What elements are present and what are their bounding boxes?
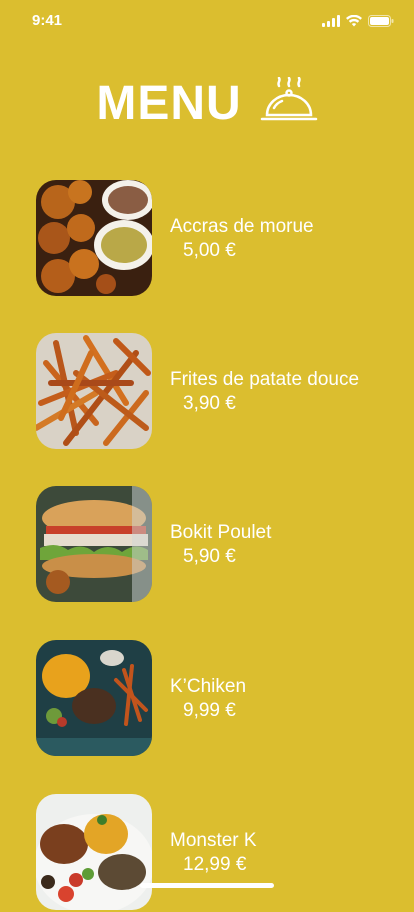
- status-time: 9:41: [32, 12, 63, 29]
- status-bar: 9:41: [0, 0, 414, 44]
- status-icons: [322, 14, 394, 32]
- menu-item-name: K’Chiken: [170, 676, 247, 697]
- menu-item[interactable]: Bokit Poulet 5,90 €: [36, 486, 414, 604]
- menu-item-price: 5,00 €: [183, 240, 236, 261]
- menu-item[interactable]: Monster K 12,99 €: [36, 794, 414, 912]
- menu-item[interactable]: Frites de patate douce 3,90 €: [36, 333, 414, 451]
- menu-header: MENU: [0, 68, 414, 138]
- cellular-signal-icon: [322, 14, 340, 32]
- menu-item-name: Monster K: [170, 830, 257, 851]
- kchiken-plate-photo: [36, 640, 152, 756]
- sweet-potato-fries-photo: [36, 333, 152, 449]
- monster-k-plate-photo: [36, 794, 152, 910]
- menu-item-price: 3,90 €: [183, 393, 236, 414]
- menu-item-name: Accras de morue: [170, 216, 314, 237]
- serving-cloche-icon: [260, 76, 318, 130]
- menu-item-name: Frites de patate douce: [170, 369, 360, 390]
- wifi-icon: [346, 14, 362, 32]
- menu-item-price: 9,99 €: [183, 700, 236, 721]
- menu-item-name: Bokit Poulet: [170, 522, 272, 543]
- menu-item[interactable]: K’Chiken 9,99 €: [36, 640, 414, 758]
- menu-item[interactable]: Accras de morue 5,00 €: [36, 180, 414, 298]
- bokit-sandwich-photo: [36, 486, 152, 602]
- accras-photo: [36, 180, 152, 296]
- battery-icon: [368, 14, 394, 32]
- menu-item-price: 12,99 €: [183, 854, 247, 875]
- home-indicator[interactable]: [140, 883, 274, 888]
- page-title: MENU: [96, 76, 242, 130]
- menu-item-price: 5,90 €: [183, 546, 236, 567]
